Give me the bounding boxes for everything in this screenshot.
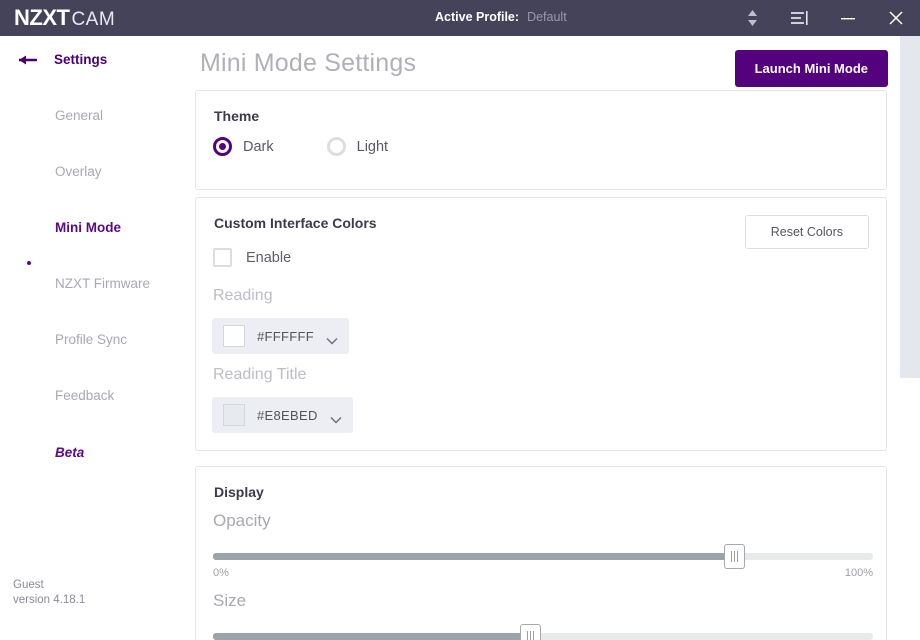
display-card-title: Display (214, 484, 264, 500)
profile-switch-icon (746, 9, 759, 27)
radio-unselected-icon (326, 137, 346, 156)
chevron-down-icon (330, 411, 342, 424)
theme-option-light[interactable]: Light (326, 137, 389, 156)
close-button[interactable] (872, 0, 920, 36)
menu-button[interactable] (776, 0, 824, 36)
custom-colors-card: Custom Interface Colors Reset Colors Ena… (195, 197, 887, 451)
reading-title-field-label: Reading Title (213, 366, 307, 383)
theme-card-title: Theme (214, 108, 260, 124)
launch-mini-mode-button[interactable]: Launch Mini Mode (734, 50, 888, 87)
scrollbar-thumb[interactable] (900, 36, 920, 378)
opacity-slider-label: Opacity (213, 511, 271, 530)
reading-title-color-swatch (223, 404, 245, 426)
theme-option-dark[interactable]: Dark (213, 137, 274, 156)
minimize-button[interactable] (824, 0, 872, 36)
logo-nzxt-text: NZXT (14, 5, 70, 30)
reading-color-value: #FFFFFF (257, 328, 314, 344)
custom-colors-card-title: Custom Interface Colors (214, 215, 377, 231)
active-profile-value: Default (527, 10, 567, 24)
opacity-slider-handle[interactable] (724, 544, 746, 569)
vertical-scrollbar[interactable] (900, 36, 920, 640)
sidebar-active-bullet (27, 261, 31, 265)
close-icon (888, 10, 904, 26)
reading-color-dropdown[interactable]: #FFFFFF (212, 318, 349, 354)
enable-custom-colors-label: Enable (246, 249, 292, 266)
sidebar-footer: Guest version 4.18.1 (13, 578, 85, 608)
sidebar-back-settings[interactable]: Settings (18, 52, 107, 67)
active-profile: Active Profile: Default (435, 10, 567, 24)
reading-color-swatch (223, 325, 245, 347)
back-arrow-icon (18, 53, 38, 67)
reading-title-color-dropdown[interactable]: #E8EBED (212, 397, 353, 433)
theme-radio-group: Dark Light (213, 137, 388, 156)
sidebar-item-general[interactable]: General (55, 108, 103, 123)
titlebar-controls (728, 0, 920, 36)
page-title: Mini Mode Settings (200, 49, 417, 77)
sidebar-item-nzxt-firmware[interactable]: NZXT Firmware (55, 276, 150, 291)
sidebar-item-mini-mode[interactable]: Mini Mode (55, 220, 121, 235)
app-logo: NZXT CAM (14, 5, 115, 31)
reading-title-color-value: #E8EBED (257, 407, 318, 423)
menu-list-icon (791, 10, 809, 26)
display-card: Display Opacity 0% 100% Size (195, 466, 887, 640)
minimize-icon (840, 12, 856, 24)
sidebar: Settings General Overlay Mini Mode NZXT … (0, 36, 193, 640)
sidebar-item-beta[interactable]: Beta (55, 445, 84, 460)
enable-custom-colors-row[interactable]: Enable (213, 248, 291, 267)
checkbox-unchecked-icon (213, 248, 232, 267)
logo-cam-text: CAM (71, 9, 116, 30)
active-profile-label: Active Profile: (435, 10, 520, 24)
profile-switch-button[interactable] (728, 0, 776, 36)
opacity-max-label: 100% (844, 567, 873, 579)
theme-option-light-label: Light (356, 138, 389, 155)
size-slider-handle[interactable] (519, 624, 541, 640)
sidebar-item-profile-sync[interactable]: Profile Sync (55, 332, 127, 347)
radio-selected-icon (213, 137, 232, 156)
sidebar-header-label: Settings (54, 52, 108, 67)
sidebar-item-feedback[interactable]: Feedback (55, 388, 114, 403)
opacity-slider-fill (213, 553, 735, 560)
opacity-slider[interactable]: 0% 100% (213, 544, 873, 579)
size-slider-label: Size (213, 591, 247, 610)
theme-option-dark-label: Dark (243, 138, 274, 155)
chevron-down-icon (326, 332, 338, 345)
title-bar: NZXT CAM Active Profile: Default (0, 0, 920, 36)
reading-field-label: Reading (213, 287, 273, 304)
size-slider-fill (213, 633, 530, 640)
theme-card: Theme Dark Light (195, 90, 887, 190)
reset-colors-button[interactable]: Reset Colors (744, 215, 869, 249)
opacity-min-label: 0% (213, 567, 229, 579)
main-content: Mini Mode Settings Launch Mini Mode Them… (193, 36, 900, 640)
sidebar-version-label: version 4.18.1 (13, 594, 86, 606)
opacity-slider-range: 0% 100% (213, 567, 873, 579)
sidebar-item-overlay[interactable]: Overlay (55, 164, 102, 179)
size-slider[interactable] (213, 624, 873, 640)
sidebar-user-label: Guest (13, 579, 44, 591)
